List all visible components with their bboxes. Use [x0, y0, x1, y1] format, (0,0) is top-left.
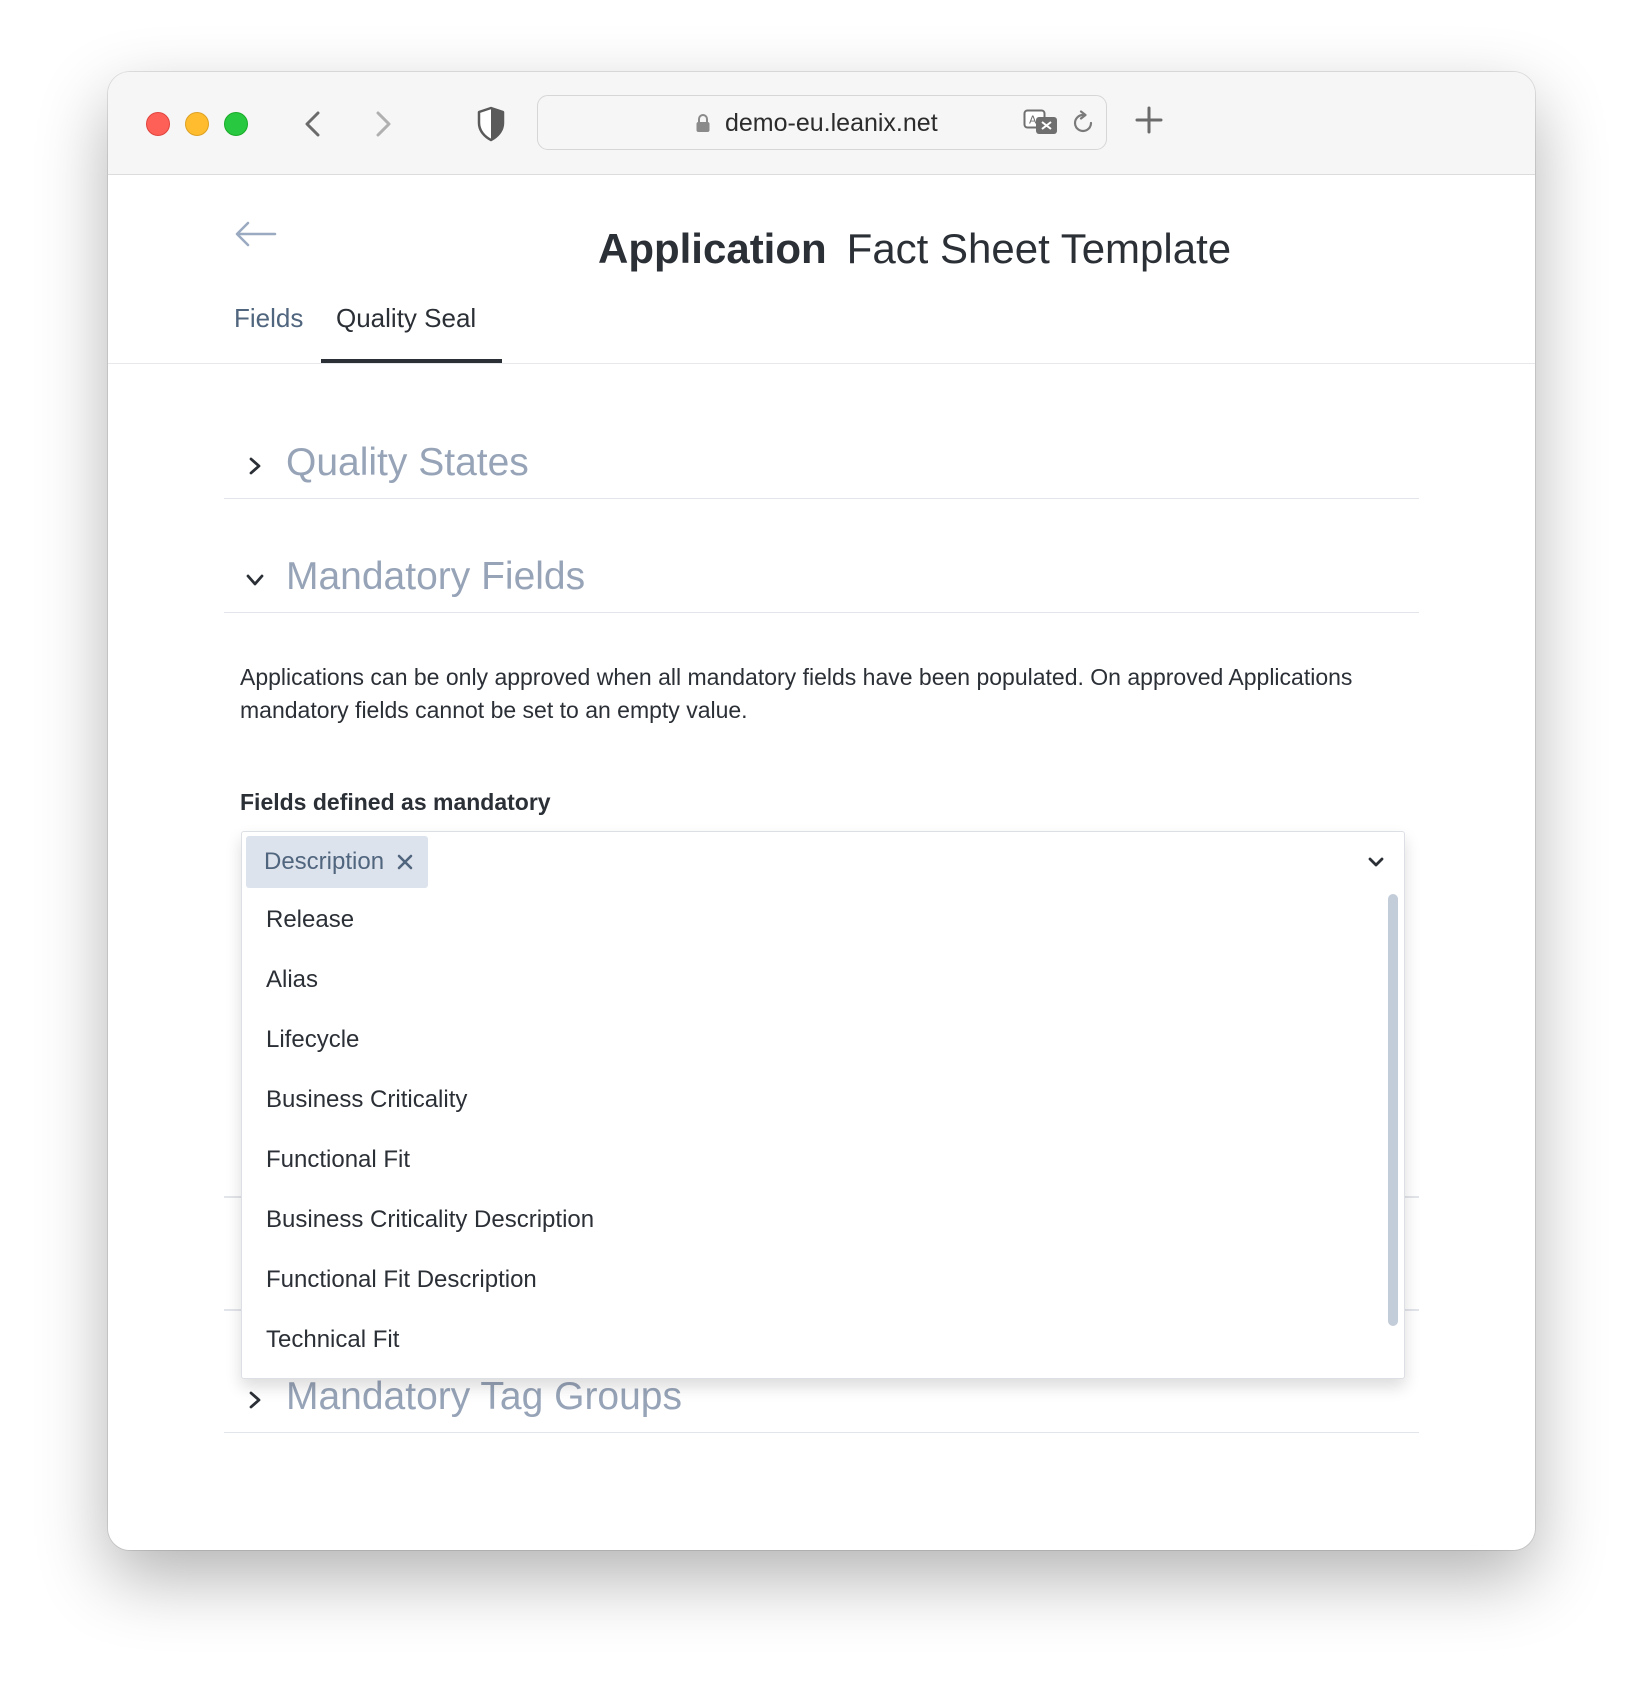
browser-back-icon[interactable] [298, 108, 330, 140]
page-title: Application Fact Sheet Template [598, 225, 1231, 273]
page-content: Application Fact Sheet Template Fields Qu… [108, 175, 1535, 1550]
chevron-right-icon [249, 1391, 261, 1409]
option-lifecycle[interactable]: Lifecycle [242, 1010, 1404, 1070]
page-title-light: Fact Sheet Template [846, 225, 1232, 272]
section-mandatory-fields[interactable]: Mandatory Fields [224, 551, 1419, 613]
mandatory-fields-label: Fields defined as mandatory [240, 789, 551, 815]
address-bar[interactable]: demo-eu.leanix.net A [537, 95, 1107, 150]
option-business-criticality-description[interactable]: Business Criticality Description [242, 1190, 1404, 1250]
browser-forward-icon[interactable] [366, 108, 398, 140]
page-title-strong: Application [598, 225, 827, 272]
dropdown-options: Release Alias Lifecycle Business Critica… [242, 890, 1404, 1370]
mandatory-fields-select[interactable]: Description Release Alias Lifecycle Busi… [241, 831, 1405, 1379]
browser-toolbar: demo-eu.leanix.net A [108, 72, 1535, 175]
section-title: Mandatory Fields [286, 555, 586, 598]
minimize-window-button[interactable] [185, 112, 209, 136]
back-arrow-icon[interactable] [234, 220, 278, 248]
translate-icon[interactable]: A [1023, 109, 1059, 137]
chip-label: Description [264, 848, 385, 875]
tab-quality-seal[interactable]: Quality Seal [336, 303, 476, 334]
option-technical-fit[interactable]: Technical Fit [242, 1310, 1404, 1370]
browser-window: demo-eu.leanix.net A Application Fact She… [108, 72, 1535, 1550]
reload-icon[interactable] [1070, 110, 1096, 136]
option-functional-fit-description[interactable]: Functional Fit Description [242, 1250, 1404, 1310]
section-title: Mandatory Tag Groups [286, 1375, 682, 1418]
zoom-window-button[interactable] [224, 112, 248, 136]
privacy-shield-icon[interactable] [476, 106, 506, 142]
chevron-right-icon [249, 457, 261, 475]
mandatory-fields-description: Applications can be only approved when a… [240, 664, 1353, 723]
lock-icon [696, 114, 710, 132]
section-quality-states[interactable]: Quality States [224, 437, 1419, 499]
section-title: Quality States [286, 441, 529, 484]
dropdown-scrollbar[interactable] [1388, 894, 1398, 1326]
selected-chip-description: Description [246, 836, 429, 888]
section-mandatory-tag-groups[interactable]: Mandatory Tag Groups [224, 1371, 1419, 1433]
header-divider [108, 363, 1535, 364]
svg-text:A: A [1029, 114, 1037, 127]
chevron-down-icon [246, 574, 264, 586]
new-tab-icon[interactable] [1133, 104, 1165, 136]
option-alias[interactable]: Alias [242, 950, 1404, 1010]
option-functional-fit[interactable]: Functional Fit [242, 1130, 1404, 1190]
url-text: demo-eu.leanix.net [725, 109, 938, 137]
chevron-down-icon[interactable] [1366, 852, 1386, 872]
close-window-button[interactable] [146, 112, 170, 136]
remove-chip-icon[interactable] [396, 853, 414, 871]
option-business-criticality[interactable]: Business Criticality [242, 1070, 1404, 1130]
option-release[interactable]: Release [242, 890, 1404, 950]
tab-fields[interactable]: Fields [234, 303, 303, 334]
